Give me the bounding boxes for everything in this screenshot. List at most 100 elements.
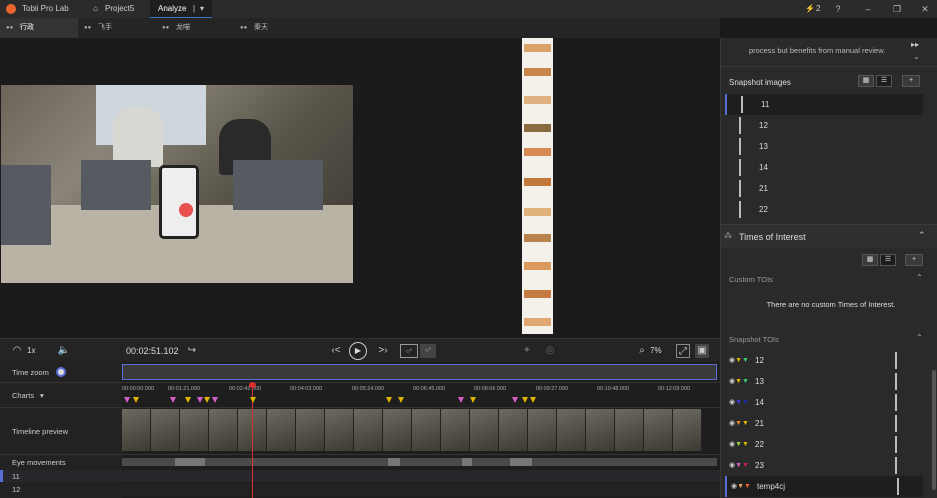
add-toi-button[interactable]: +	[905, 254, 923, 266]
charts-label[interactable]: Charts	[12, 391, 34, 400]
step-back-icon[interactable]: ‹<	[329, 344, 343, 358]
list-view-icon[interactable]: ☰	[880, 254, 896, 266]
chevron-down-icon[interactable]: ⌄	[913, 52, 920, 61]
playhead-handle[interactable]	[249, 382, 256, 388]
snapshot-toi-item[interactable]: ◉▼▼ 13	[725, 371, 923, 392]
toi-marker[interactable]	[530, 397, 536, 403]
settings-icon[interactable]: ◎	[543, 344, 557, 358]
zoom-percent: 7%	[650, 346, 662, 355]
volume-icon[interactable]: 🔈	[57, 344, 71, 358]
step-forward-icon[interactable]: >›	[376, 344, 390, 358]
participant-tab-1[interactable]: ●● 行政	[0, 18, 78, 38]
snapshot-image-strip[interactable]	[522, 38, 553, 334]
list-view-icon[interactable]: ☰	[876, 75, 892, 87]
toi-marker[interactable]	[512, 397, 518, 403]
preview-thumbnail	[296, 409, 325, 451]
chevron-up-icon[interactable]: ⌃	[916, 273, 923, 282]
eye-movement-gap	[388, 458, 400, 466]
row-label: 11	[12, 472, 20, 481]
snapshot-image-item[interactable]: 11	[725, 94, 923, 115]
collapse-panel-icon[interactable]: ▸▸	[911, 40, 919, 49]
grid-view-icon[interactable]: ▦	[862, 254, 878, 266]
participant-tab-4[interactable]: ●● 秦天	[234, 18, 312, 38]
sparkle-icon[interactable]: ✦	[520, 344, 534, 358]
participant-tab-3[interactable]: ●● 龙喵	[156, 18, 234, 38]
eye-movement-gap	[462, 458, 472, 466]
toi-marker[interactable]	[250, 397, 256, 403]
notifications-icon[interactable]: ⚡	[805, 4, 815, 13]
times-of-interest-header[interactable]: ⁂ Times of Interest ⌃	[721, 224, 937, 248]
loop-icon[interactable]: ○°	[400, 344, 418, 358]
eye-icon: ◉▼▼	[731, 483, 751, 490]
toi-marker[interactable]	[197, 397, 203, 403]
gaze-overlay-icon[interactable]: ○°	[420, 344, 436, 358]
right-panel-scrollbar[interactable]	[932, 370, 936, 490]
snapshot-toi-item[interactable]: ◉▼▼ 21	[725, 413, 923, 434]
time-zoom-slider[interactable]	[56, 367, 66, 377]
row-divider	[0, 454, 720, 455]
snapshot-toi-item[interactable]: ◉▼▼ temp4cj	[725, 476, 923, 497]
snapshot-toi-label: 23	[755, 461, 764, 470]
app-name: Tobii Pro Lab	[22, 4, 69, 13]
restore-icon[interactable]: ❐	[891, 3, 903, 15]
minimize-icon[interactable]: –	[862, 3, 874, 15]
divider	[721, 66, 937, 67]
time-zoom-strip[interactable]	[122, 364, 717, 380]
grid-view-icon[interactable]: ▦	[858, 75, 874, 87]
preview-thumbnail	[383, 409, 412, 451]
home-icon[interactable]: ⌂	[93, 4, 98, 13]
preview-thumbnail	[412, 409, 441, 451]
toi-marker[interactable]	[185, 397, 191, 403]
snapshot-toi-item[interactable]: ◉▼▼ 12	[725, 350, 923, 371]
eye-icon: ●●	[240, 25, 248, 31]
toi-marker[interactable]	[133, 397, 139, 403]
share-icon[interactable]: ↪	[185, 344, 199, 358]
eye-movement-gap	[175, 458, 205, 466]
speed-icon[interactable]: ◠	[10, 344, 24, 358]
toi-marker[interactable]	[124, 397, 130, 403]
time-zoom-label: Time zoom	[12, 368, 49, 377]
phone	[159, 165, 199, 239]
ruler-tick: 00:01:21.000	[168, 386, 201, 392]
snapshot-image-item[interactable]: 14	[725, 157, 923, 178]
play-button[interactable]: ▶	[349, 342, 367, 360]
chevron-up-icon[interactable]: ⌃	[916, 333, 923, 342]
scene-camera-video[interactable]	[1, 85, 353, 283]
tab-dropdown-chevron-icon[interactable]: ▾	[200, 4, 204, 13]
snapshot-image-label: 14	[759, 163, 768, 172]
toi-marker[interactable]	[170, 397, 176, 403]
playback-speed[interactable]: 1x	[27, 346, 35, 355]
tab-analyze[interactable]: Analyze | ▾	[150, 0, 212, 18]
snapshot-image-item[interactable]: 21	[725, 178, 923, 199]
snapshot-image-item[interactable]: 22	[725, 199, 923, 220]
participant-row-11[interactable]: 11	[0, 470, 720, 482]
toi-marker[interactable]	[204, 397, 210, 403]
tab-project[interactable]: Project5	[105, 4, 134, 13]
eye-icon: ◉▼▼	[729, 378, 749, 385]
toi-marker[interactable]	[212, 397, 218, 403]
charts-chevron-down-icon[interactable]: ▾	[40, 391, 44, 400]
toi-marker[interactable]	[398, 397, 404, 403]
toi-marker[interactable]	[458, 397, 464, 403]
chevron-up-icon[interactable]: ⌃	[918, 230, 926, 241]
snapshot-toi-item[interactable]: ◉▼▼ 14	[725, 392, 923, 413]
toi-marker[interactable]	[386, 397, 392, 403]
snapshot-image-item[interactable]: 13	[725, 136, 923, 157]
snapshot-image-item[interactable]: 12	[725, 115, 923, 136]
participant-tabs: ●● 行政 ●● 飞手 ●● 龙喵 ●● 秦天	[0, 18, 720, 38]
toi-marker[interactable]	[470, 397, 476, 403]
playback-toolbar: ◠ 1x 🔈 00:02:51.102 ↪ ‹< ▶ >› ○° ○° ✦ ◎ …	[0, 338, 720, 362]
fit-icon[interactable]: ⤢	[676, 344, 690, 358]
participant-tab-2[interactable]: ●● 飞手	[78, 18, 156, 38]
snapshot-toi-item[interactable]: ◉▼▼ 22	[725, 434, 923, 455]
snapshot-marker	[739, 138, 741, 155]
snapshot-thumb	[524, 96, 551, 104]
zoom-search-icon[interactable]: ⌕	[635, 344, 649, 358]
close-icon[interactable]: ✕	[919, 3, 931, 15]
snapshot-toi-item[interactable]: ◉▼▼ 23	[725, 455, 923, 476]
fullscreen-icon[interactable]: ▣	[695, 344, 709, 358]
add-snapshot-button[interactable]: +	[902, 75, 920, 87]
toi-marker[interactable]	[522, 397, 528, 403]
help-icon[interactable]: ?	[832, 3, 844, 15]
participant-row-12[interactable]: 12	[0, 483, 720, 495]
